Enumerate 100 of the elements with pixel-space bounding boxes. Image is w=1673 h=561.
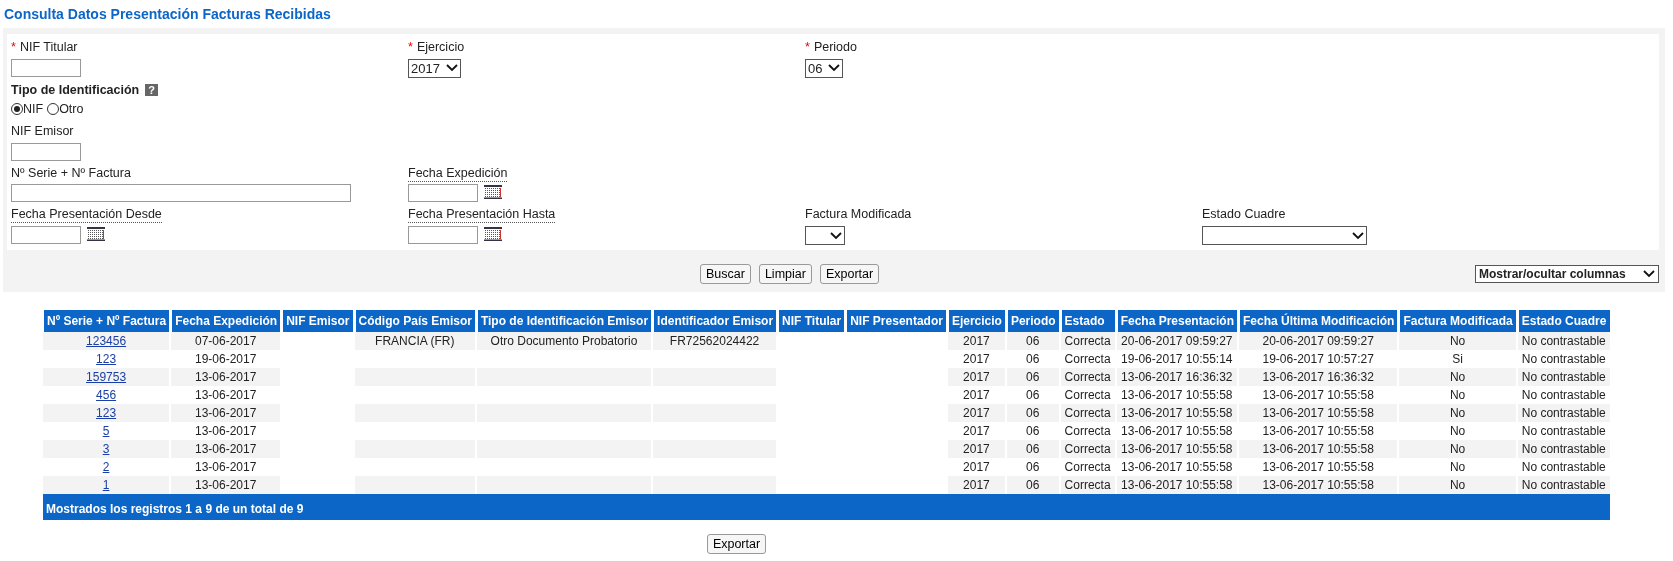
export-button[interactable]: Exportar [706, 534, 767, 555]
table-cell: Correcta [1060, 440, 1115, 459]
table-cell: No contrastable [1517, 368, 1610, 387]
table-cell: 06 [1006, 440, 1059, 459]
invoice-link[interactable]: 3 [102, 442, 110, 457]
date-field[interactable] [11, 226, 81, 244]
calendar-icon[interactable] [484, 185, 502, 200]
input-field[interactable] [11, 142, 81, 161]
invoice-link[interactable]: 5 [102, 424, 110, 439]
chevron-down-icon [445, 64, 458, 73]
column-header[interactable]: Código País Emisor [354, 310, 475, 333]
table-cell-text: 06 [1025, 351, 1041, 369]
table-cell: No [1399, 476, 1516, 495]
select-field[interactable] [805, 226, 845, 245]
action-button[interactable]: Buscar [700, 264, 751, 285]
column-header[interactable]: Factura Modificada [1399, 310, 1516, 333]
column-header[interactable]: Estado Cuadre [1517, 310, 1610, 333]
table-cell-text: 13-06-2017 [193, 459, 258, 477]
column-header[interactable]: NIF Presentador [846, 310, 946, 333]
column-header[interactable]: Periodo [1006, 310, 1059, 333]
invoice-link[interactable]: 1 [102, 478, 110, 493]
table-cell-text: 13-06-2017 10:55:58 [1120, 387, 1234, 405]
column-toggle-select[interactable]: Mostrar/ocultar columnas [1475, 265, 1659, 284]
column-header[interactable]: NIF Titular [778, 310, 845, 333]
table-cell: No [1399, 440, 1516, 459]
column-header[interactable]: Fecha Presentación [1116, 310, 1237, 333]
column-header[interactable]: Fecha Expedición [171, 310, 281, 333]
field-label: Fecha Expedición [408, 165, 508, 182]
field-label: * Ejercicio [408, 40, 465, 55]
table-cell: 06 [1006, 368, 1059, 387]
table-cell: 13-06-2017 [171, 476, 281, 495]
table-footer: Mostrados los registros 1 a 9 de un total de 9 [43, 494, 1610, 521]
column-header[interactable]: Ejercicio [947, 310, 1005, 333]
input-field[interactable] [11, 58, 81, 77]
field-label: Fecha Presentación Hasta [408, 207, 556, 224]
invoice-link[interactable]: 2 [102, 460, 110, 475]
table-cell: 13-06-2017 [171, 368, 281, 387]
table-cell: 13-06-2017 16:36:32 [1239, 368, 1398, 387]
date-field[interactable] [408, 184, 478, 203]
table-cell: 07-06-2017 [171, 332, 281, 351]
chevron-down-icon [830, 231, 842, 240]
table-cell-text: No contrastable [1520, 423, 1607, 441]
action-button[interactable]: Limpiar [758, 264, 812, 285]
table-cell-text: 2017 [962, 459, 991, 477]
table-cell: No contrastable [1517, 332, 1610, 351]
table-cell: 13-06-2017 10:55:58 [1116, 476, 1237, 495]
column-header[interactable]: NIF Emisor [282, 310, 353, 333]
field-label: NIF Emisor [11, 123, 74, 139]
select-field[interactable]: 2017 [408, 58, 461, 78]
input-field[interactable] [11, 184, 351, 203]
table-cell: 06 [1006, 404, 1059, 423]
table-cell: 13-06-2017 16:36:32 [1116, 368, 1237, 387]
table-cell-text: 13-06-2017 10:55:58 [1120, 459, 1234, 477]
table-cell-text: 06 [1025, 387, 1041, 405]
column-header[interactable]: Identificador Emisor [653, 310, 777, 333]
select-field[interactable] [1202, 226, 1367, 245]
table-cell: No contrastable [1517, 440, 1610, 459]
table-cell: Correcta [1060, 332, 1115, 351]
radio-label: NIF [23, 101, 44, 118]
table-cell: No [1399, 404, 1516, 423]
table-cell: FR72562024422 [653, 332, 777, 351]
table-cell: 13-06-2017 [171, 404, 281, 423]
table-cell-text: Si [1451, 351, 1464, 369]
invoice-link[interactable]: 123 [96, 406, 117, 421]
field-label: * Periodo [805, 40, 857, 55]
table-cell: FRANCIA (FR) [354, 332, 475, 351]
calendar-icon[interactable] [484, 227, 502, 241]
table-cell: 06 [1006, 476, 1059, 495]
table-cell: 2017 [947, 440, 1005, 459]
table-cell: 13-06-2017 10:55:58 [1239, 476, 1398, 495]
help-icon[interactable]: ? [145, 84, 158, 97]
calendar-icon[interactable] [87, 227, 105, 241]
action-button[interactable]: Exportar [819, 264, 880, 285]
field-label: Factura Modificada [805, 207, 912, 223]
select-field[interactable]: 06 [805, 58, 844, 78]
column-header[interactable]: Fecha Última Modificación [1239, 310, 1398, 333]
table-cell-text: 2017 [962, 351, 991, 369]
date-field[interactable] [408, 226, 478, 244]
table-cell-text: 19-06-2017 10:57:27 [1261, 351, 1375, 369]
table-cell: 2017 [947, 476, 1005, 495]
column-header[interactable]: Estado [1060, 310, 1115, 333]
table-cell-text: 06 [1025, 423, 1041, 441]
table-cell-text: 13-06-2017 [193, 387, 258, 405]
field-label: Fecha Presentación Desde [11, 207, 162, 224]
table-cell: 20-06-2017 09:59:27 [1239, 332, 1398, 351]
invoice-link[interactable]: 456 [96, 388, 117, 403]
table-cell: Correcta [1060, 404, 1115, 423]
table-cell: No [1399, 332, 1516, 351]
table-cell: 13-06-2017 10:55:58 [1116, 404, 1237, 423]
column-header[interactable]: Nº Serie + Nº Factura [43, 310, 170, 333]
table-cell: 13-06-2017 [171, 440, 281, 459]
table-cell-text: 2017 [962, 423, 991, 441]
table-cell-text: 13-06-2017 10:55:58 [1120, 423, 1234, 441]
table-cell-text: No [1448, 423, 1467, 441]
table-cell-text: 19-06-2017 10:55:14 [1120, 351, 1234, 369]
invoice-link[interactable]: 123 [96, 352, 117, 367]
table-cell: No contrastable [1517, 404, 1610, 423]
field-label: Estado Cuadre [1202, 207, 1286, 223]
field-label: Nº Serie + Nº Factura [11, 165, 131, 181]
column-header[interactable]: Tipo de Identificación Emisor [476, 310, 652, 333]
